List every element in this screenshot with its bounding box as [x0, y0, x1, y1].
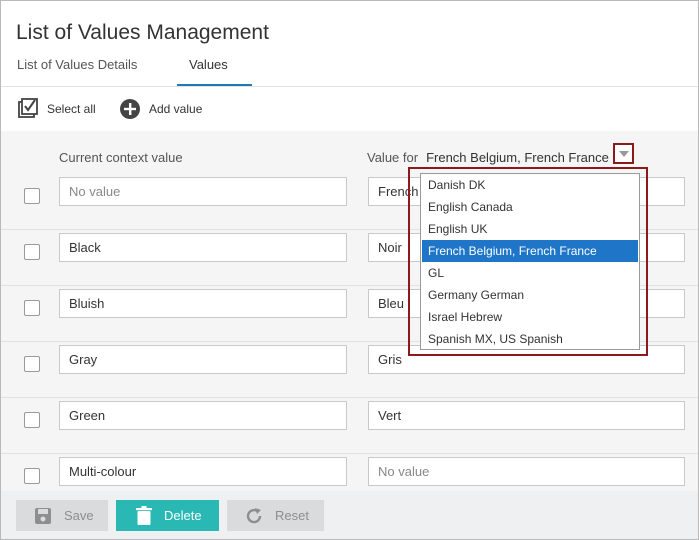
value-for-label: Value for [367, 150, 419, 165]
delete-label: Delete [164, 508, 202, 523]
row-checkbox[interactable] [24, 244, 40, 260]
translated-value-input[interactable]: No value [368, 457, 685, 486]
current-value-input[interactable]: Gray [59, 345, 347, 374]
table-row: Green Vert [1, 398, 698, 454]
current-value-input[interactable]: No value [59, 177, 347, 206]
lov-management-panel: List of Values Management List of Values… [0, 0, 699, 540]
value-for-selected-language[interactable]: French Belgium, French France [426, 150, 609, 165]
delete-button[interactable]: Delete [116, 500, 219, 531]
dropdown-option[interactable]: Spanish MX, US Spanish [422, 328, 638, 350]
current-value-input[interactable]: Black [59, 233, 347, 262]
save-label: Save [64, 508, 94, 523]
dropdown-option[interactable]: English Canada [422, 196, 638, 218]
checkbox-check-icon [18, 98, 38, 118]
reset-label: Reset [275, 508, 309, 523]
trash-icon [136, 506, 152, 525]
row-checkbox[interactable] [24, 468, 40, 484]
select-all-button[interactable]: Select all [17, 97, 96, 121]
dropdown-option[interactable]: Israel Hebrew [422, 306, 638, 328]
save-button[interactable]: Save [16, 500, 108, 531]
row-checkbox[interactable] [24, 188, 40, 204]
select-all-label: Select all [47, 102, 96, 116]
translated-value-input[interactable]: Vert [368, 401, 685, 430]
tab-list-of-values-details[interactable]: List of Values Details [17, 57, 137, 72]
row-checkbox[interactable] [24, 412, 40, 428]
row-checkbox[interactable] [24, 356, 40, 372]
refresh-icon [246, 507, 262, 523]
reset-button[interactable]: Reset [227, 500, 324, 531]
language-dropdown-list: Danish DK English Canada English UK Fren… [420, 173, 640, 350]
add-value-label: Add value [149, 102, 203, 116]
current-value-input[interactable]: Multi-colour [59, 457, 347, 486]
page-title: List of Values Management [16, 21, 269, 44]
language-dropdown-toggle[interactable] [613, 143, 634, 164]
table-row: Multi-colour No value [1, 454, 698, 491]
row-checkbox[interactable] [24, 300, 40, 316]
plus-circle-icon [120, 99, 140, 119]
current-value-input[interactable]: Bluish [59, 289, 347, 318]
tab-divider [1, 86, 698, 87]
dropdown-option[interactable]: English UK [422, 218, 638, 240]
tab-values[interactable]: Values [189, 57, 228, 72]
toolbar: Select all Add value [1, 89, 698, 131]
add-value-button[interactable]: Add value [119, 97, 202, 121]
floppy-disk-icon [35, 507, 51, 524]
column-header-value-for: Value for French Belgium, French France [367, 150, 609, 165]
footer-action-bar: Save Delete Reset [1, 491, 698, 539]
dropdown-option[interactable]: Germany German [422, 284, 638, 306]
column-header-current-context: Current context value [59, 150, 183, 165]
current-value-input[interactable]: Green [59, 401, 347, 430]
dropdown-option[interactable]: Danish DK [422, 174, 638, 196]
dropdown-option[interactable]: GL [422, 262, 638, 284]
dropdown-option-selected[interactable]: French Belgium, French France [422, 240, 638, 262]
tab-bar: List of Values Details Values [1, 55, 698, 87]
